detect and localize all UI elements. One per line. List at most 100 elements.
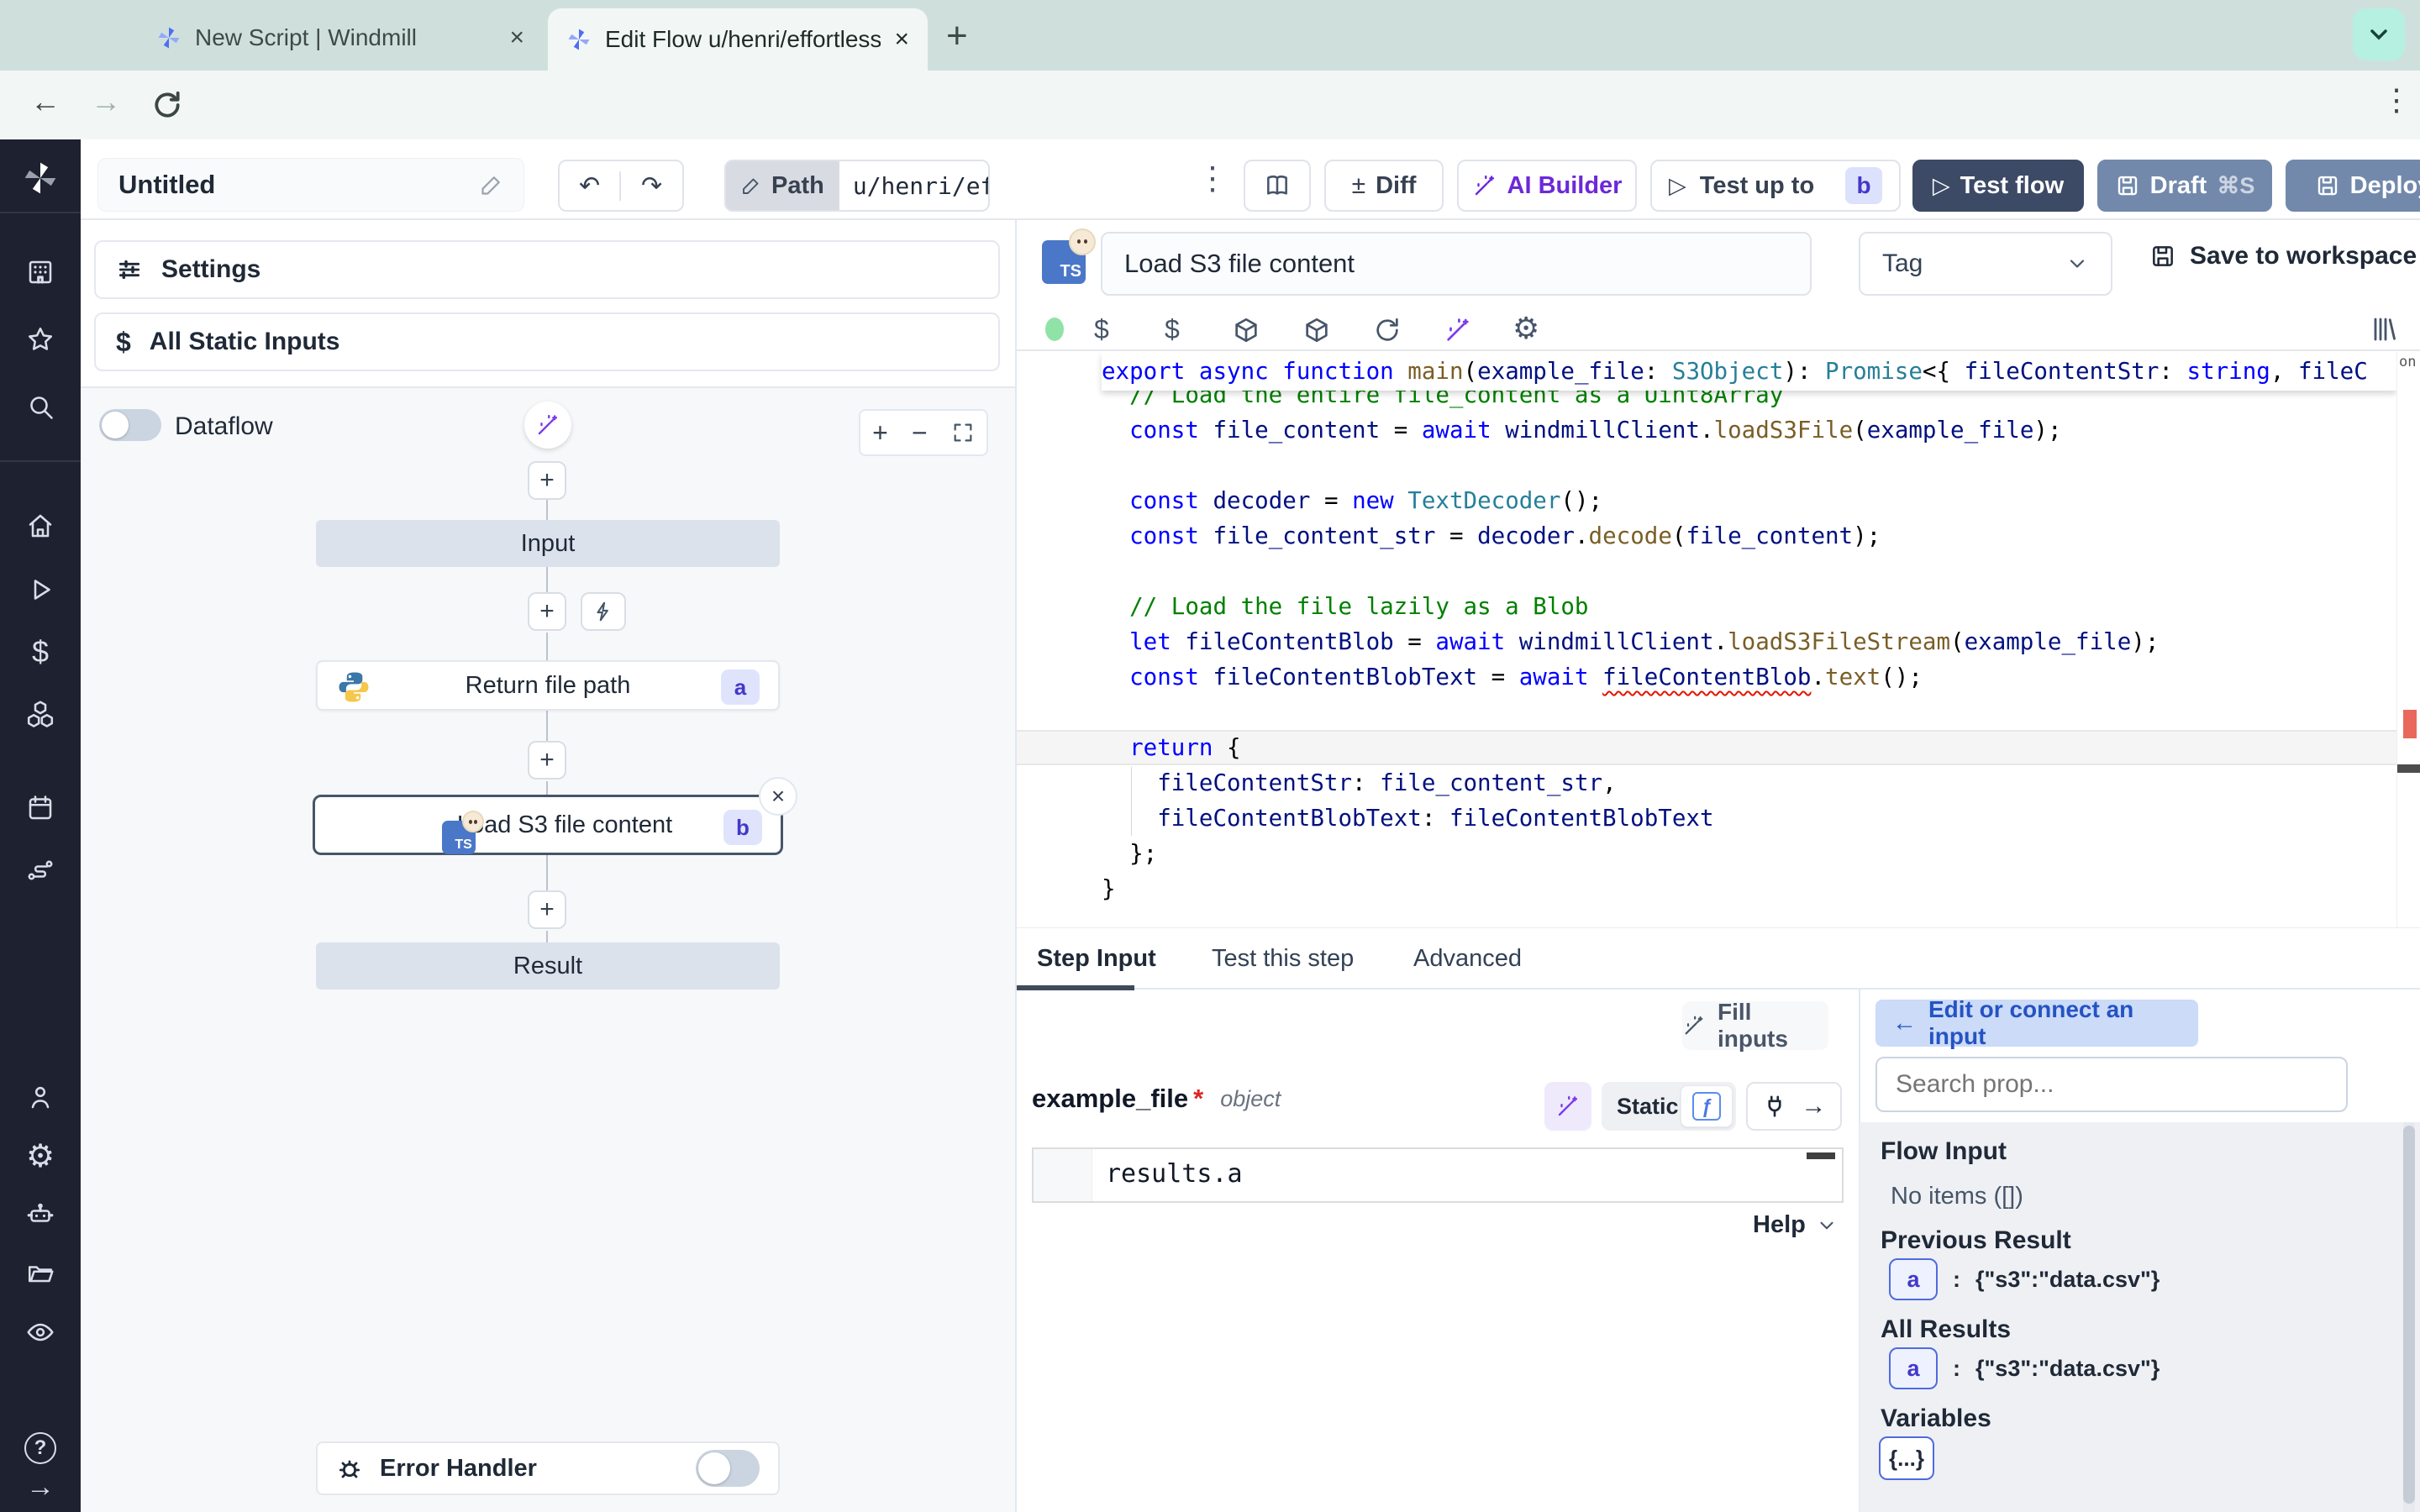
tab-close-icon[interactable]: × [894, 25, 909, 54]
edit-or-connect-chip[interactable]: ← Edit or connect an input [1876, 1000, 2198, 1047]
flow-settings-button[interactable]: Settings [94, 240, 1000, 299]
static-inputs-icon[interactable]: $ [1094, 314, 1109, 345]
tab-test-this-step[interactable]: Test this step [1212, 945, 1354, 973]
code-editor[interactable]: // Load the entire file_content as a Uin… [1017, 352, 2420, 927]
sidebar-item-variables[interactable]: $ [0, 628, 81, 675]
all-results-row[interactable]: a : {"s3":"data.csv"} [1889, 1347, 2160, 1389]
browser-menu-icon[interactable]: ⋮ [2381, 82, 2412, 118]
assistant-panel-icon[interactable] [2368, 314, 2398, 344]
tag-select[interactable]: Tag [1859, 232, 2112, 296]
flow-node-step-b-selected[interactable]: TS Load S3 file content b × [313, 795, 783, 855]
fullscreen-icon[interactable] [951, 421, 975, 444]
forward-icon[interactable]: → [91, 84, 121, 119]
add-trigger-button[interactable] [581, 592, 626, 631]
plus-icon: + [539, 746, 555, 774]
flow-node-step-a[interactable]: Return file path a [316, 660, 780, 711]
package-icon[interactable] [1232, 316, 1260, 344]
fill-inputs-button[interactable]: Fill inputs [1682, 1001, 1828, 1050]
back-icon[interactable]: ← [30, 84, 60, 119]
sidebar-item-folders[interactable] [0, 1250, 81, 1297]
flow-summary-input[interactable]: Untitled [97, 158, 524, 212]
reload-icon[interactable] [151, 89, 183, 121]
all-static-inputs-button[interactable]: $ All Static Inputs [94, 312, 1000, 371]
code-line: const file_content = await windmillClien… [1102, 412, 2062, 448]
sidebar-windmill-logo[interactable] [0, 155, 81, 202]
tab-title: New Script | Windmill [195, 24, 496, 51]
zoom-out-button[interactable]: − [912, 417, 928, 449]
previous-result-row[interactable]: a : {"s3":"data.csv"} [1889, 1258, 2160, 1300]
flow-node-result[interactable]: Result [316, 942, 780, 990]
sidebar-item-settings[interactable]: ⚙ [0, 1132, 81, 1179]
cubes-icon [25, 699, 55, 729]
code-line: }; [1102, 836, 1157, 871]
new-tab-button[interactable]: + [946, 15, 968, 57]
variables-icon[interactable]: $ [1165, 314, 1180, 345]
remove-step-button[interactable]: × [759, 777, 797, 816]
diff-button[interactable]: ± Diff [1324, 160, 1444, 212]
sidebar-item-home[interactable] [0, 502, 81, 549]
add-step-button[interactable]: + [528, 890, 566, 929]
javascript-mode-segment[interactable]: ƒ [1681, 1085, 1733, 1127]
sidebar-item-search[interactable] [0, 383, 81, 430]
zoom-in-button[interactable]: + [872, 417, 888, 449]
docs-button[interactable] [1244, 160, 1311, 212]
path-control[interactable]: Path u/henri/eff [724, 160, 990, 212]
sidebar-item-routes[interactable] [0, 847, 81, 894]
search-prop-input[interactable] [1876, 1057, 2348, 1112]
test-up-to-button[interactable]: ▷ Test up to b [1650, 160, 1901, 212]
add-step-button[interactable]: + [528, 592, 566, 631]
ai-builder-button[interactable]: AI Builder [1457, 160, 1637, 212]
save-to-workspace-button[interactable]: Save to workspace [2149, 242, 2417, 270]
package-icon[interactable] [1302, 316, 1331, 344]
connect-input-group[interactable]: → [1746, 1082, 1842, 1131]
test-flow-button[interactable]: ▷ Test flow [1912, 160, 2084, 212]
minimap[interactable]: on [2396, 352, 2420, 927]
browser-tab-inactive[interactable]: New Script | Windmill × [156, 12, 524, 64]
sidebar-item-favorites[interactable] [0, 316, 81, 363]
save-icon [2315, 173, 2340, 198]
sidebar-item-runs[interactable] [0, 566, 81, 613]
step-settings-icon[interactable]: ⚙ [1512, 311, 1539, 346]
flow-ai-button[interactable] [524, 402, 571, 449]
arg-value-editor[interactable]: results.a [1032, 1147, 1844, 1203]
tab-close-icon[interactable]: × [509, 24, 524, 52]
plug-icon [1762, 1094, 1787, 1119]
sidebar-collapse-button[interactable]: → [0, 1463, 81, 1510]
flow-node-input[interactable]: Input [316, 520, 780, 567]
help-dropdown[interactable]: Help [1753, 1211, 1838, 1239]
scrollbar-thumb[interactable] [2403, 1126, 2415, 1504]
sidebar-item-resources[interactable] [0, 690, 81, 738]
tab-search-button[interactable] [2353, 8, 2405, 60]
add-step-button[interactable]: + [528, 741, 566, 780]
reload-icon[interactable] [1373, 316, 1402, 344]
error-handler-toggle[interactable] [696, 1450, 760, 1487]
help-label: Help [1753, 1211, 1806, 1239]
sidebar-item-users[interactable] [0, 1074, 81, 1121]
arg-ai-button[interactable] [1544, 1082, 1591, 1131]
tab-step-input[interactable]: Step Input [1037, 945, 1156, 973]
draft-button[interactable]: Draft ⌘S [2097, 160, 2272, 212]
more-options-icon[interactable]: ⋮ [1197, 160, 1228, 197]
undo-button[interactable]: ↶ [560, 171, 621, 201]
sidebar-item-audit[interactable] [0, 1309, 81, 1356]
plus-icon: + [539, 597, 555, 626]
error-handler-card[interactable]: Error Handler [316, 1441, 780, 1495]
flow-edge [546, 781, 548, 795]
result-key-badge[interactable]: a [1889, 1258, 1938, 1300]
browser-tab-active[interactable]: Edit Flow u/henri/effortless_fl × [548, 8, 928, 71]
redo-button[interactable]: ↷ [621, 171, 682, 201]
flow-canvas[interactable]: Dataflow + − + Input + [82, 388, 1015, 1512]
step-name-input[interactable]: Load S3 file content [1101, 232, 1812, 296]
magic-wand-icon[interactable] [1444, 316, 1472, 344]
sidebar-item-workspace[interactable] [0, 249, 81, 296]
tab-advanced[interactable]: Advanced [1413, 945, 1522, 973]
sidebar-item-workers[interactable] [0, 1191, 81, 1238]
dataflow-toggle[interactable] [99, 409, 161, 441]
deploy-button[interactable]: Deploy [2286, 160, 2420, 212]
result-key-badge[interactable]: a [1889, 1347, 1938, 1389]
sidebar-item-schedules[interactable] [0, 785, 81, 832]
variables-badge[interactable]: {...} [1879, 1436, 1934, 1480]
add-step-button[interactable]: + [528, 461, 566, 500]
code-line: fileContentStr: file_content_str, [1102, 765, 1617, 801]
input-mode-segmented[interactable]: Static ƒ [1602, 1082, 1736, 1131]
